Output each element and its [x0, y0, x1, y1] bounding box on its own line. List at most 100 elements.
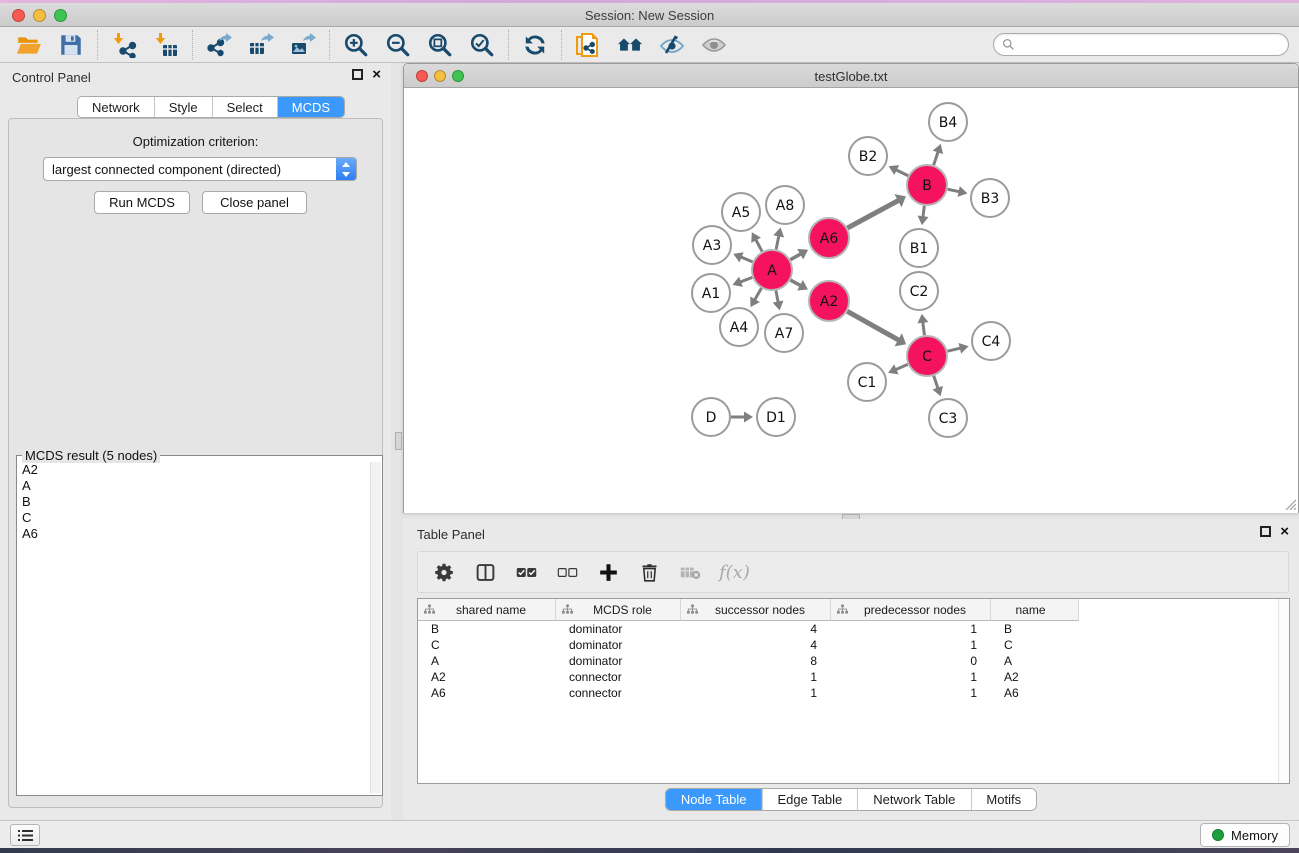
network-window-titlebar[interactable]: testGlobe.txt [404, 64, 1298, 88]
edge-A-A5[interactable] [751, 232, 762, 251]
search-field[interactable] [993, 33, 1289, 56]
edge-B-B1[interactable] [918, 206, 929, 225]
table-scrollbar[interactable] [1278, 599, 1289, 783]
graph-node-A2[interactable]: A2 [809, 281, 849, 321]
export-table-button[interactable] [240, 29, 282, 61]
search-input[interactable] [1020, 37, 1280, 52]
tab-network[interactable]: Network [78, 97, 154, 117]
graph-node-A1[interactable]: A1 [692, 274, 730, 312]
graph-node-C[interactable]: C [907, 336, 947, 376]
graph-node-A3[interactable]: A3 [693, 226, 731, 264]
column-header-name[interactable]: name [991, 599, 1079, 621]
graph-node-A8[interactable]: A8 [766, 186, 804, 224]
tab-edge-table[interactable]: Edge Table [761, 789, 857, 810]
graph-node-B2[interactable]: B2 [849, 137, 887, 175]
edge-A-A7[interactable] [773, 291, 784, 311]
edge-A2-C[interactable] [847, 311, 906, 346]
graph-node-D[interactable]: D [692, 398, 730, 436]
run-mcds-button[interactable]: Run MCDS [94, 191, 190, 214]
import-table-button[interactable] [145, 29, 187, 61]
graph-node-B4[interactable]: B4 [929, 103, 967, 141]
column-settings-button[interactable] [432, 560, 456, 584]
tab-mcds[interactable]: MCDS [277, 97, 344, 117]
graph-node-B1[interactable]: B1 [900, 229, 938, 267]
show-hide-panels-button[interactable] [609, 29, 651, 61]
close-table-panel-button[interactable]: × [1280, 526, 1289, 537]
tab-node-table[interactable]: Node Table [666, 789, 762, 810]
table-row[interactable]: A6connector11A6 [418, 685, 1289, 701]
new-network-from-selection-button[interactable] [567, 29, 609, 61]
edge-C-C3[interactable] [933, 376, 943, 396]
open-file-button[interactable] [8, 29, 50, 61]
edge-C-C2[interactable] [917, 314, 928, 335]
unselect-all-columns-button[interactable] [555, 560, 579, 584]
edge-B-B2[interactable] [889, 165, 909, 176]
tab-select[interactable]: Select [212, 97, 277, 117]
graph-node-B[interactable]: B [907, 165, 947, 205]
criterion-dropdown[interactable]: largest connected component (directed) [43, 157, 357, 181]
panel-splitter-vertical[interactable] [395, 432, 402, 450]
toolbar-separator [329, 30, 330, 60]
tab-style[interactable]: Style [154, 97, 212, 117]
edge-A-A6[interactable] [790, 249, 808, 260]
select-all-columns-button[interactable] [514, 560, 538, 584]
table-row[interactable]: Cdominator41C [418, 637, 1289, 653]
close-panel-button[interactable]: × [372, 69, 381, 80]
column-header-mcds-role[interactable]: MCDS role [556, 599, 681, 621]
network-canvas[interactable]: B4 B2 B B3 A8A5 A6 A3 B1 A C2 A1 A2 A4A7 C4 C C1 C3 D D1 [404, 88, 1298, 513]
mcds-result-scrollbar[interactable] [370, 462, 381, 793]
table-row[interactable]: Adominator80A [418, 653, 1289, 669]
zoom-in-button[interactable] [335, 29, 377, 61]
column-header-predecessor-nodes[interactable]: predecessor nodes [831, 599, 991, 621]
export-network-button[interactable] [198, 29, 240, 61]
edge-A-A8[interactable] [773, 228, 784, 250]
float-table-panel-button[interactable] [1260, 526, 1271, 537]
refresh-button[interactable] [514, 29, 556, 61]
import-network-button[interactable] [103, 29, 145, 61]
tab-network-table[interactable]: Network Table [857, 789, 970, 810]
add-column-button[interactable] [596, 560, 620, 584]
graph-node-A7[interactable]: A7 [765, 314, 803, 352]
zoom-fit-button[interactable] [419, 29, 461, 61]
resize-grip-icon[interactable] [1284, 498, 1296, 510]
show-hide-edges-button[interactable] [651, 29, 693, 61]
export-image-button[interactable] [282, 29, 324, 61]
close-panel-button-bottom[interactable]: Close panel [202, 191, 307, 214]
edge-C-C1[interactable] [888, 364, 908, 374]
graph-node-D1[interactable]: D1 [757, 398, 795, 436]
graph-node-A6[interactable]: A6 [809, 218, 849, 258]
app-title: Session: New Session [0, 8, 1299, 23]
memory-button[interactable]: Memory [1200, 823, 1290, 847]
tab-motifs[interactable]: Motifs [970, 789, 1036, 810]
graph-node-C4[interactable]: C4 [972, 322, 1010, 360]
plus-icon [598, 562, 619, 583]
graph-node-C3[interactable]: C3 [929, 399, 967, 437]
graph-node-C1[interactable]: C1 [848, 363, 886, 401]
mcds-result-list[interactable]: A2ABCA6 [18, 462, 368, 793]
edge-A-A4[interactable] [750, 288, 761, 307]
zoom-out-button[interactable] [377, 29, 419, 61]
column-header-shared-name[interactable]: shared name [418, 599, 556, 621]
column-browser-button[interactable] [473, 560, 497, 584]
task-history-button[interactable] [10, 824, 40, 846]
graph-node-C2[interactable]: C2 [900, 272, 938, 310]
graph-node-A4[interactable]: A4 [720, 308, 758, 346]
table-row[interactable]: Bdominator41B [418, 621, 1289, 637]
edge-C-C4[interactable] [947, 343, 968, 354]
float-panel-button[interactable] [352, 69, 363, 80]
graph-node-A[interactable]: A [752, 250, 792, 290]
edge-B-B3[interactable] [948, 186, 968, 197]
edge-A-A3[interactable] [733, 252, 752, 262]
graph-node-A5[interactable]: A5 [722, 193, 760, 231]
edge-A6-B[interactable] [847, 194, 905, 228]
column-header-successor-nodes[interactable]: successor nodes [681, 599, 831, 621]
edge-B-B4[interactable] [933, 144, 943, 165]
edge-D-D1[interactable] [731, 412, 753, 423]
delete-column-button[interactable] [637, 560, 661, 584]
table-row[interactable]: A2connector11A2 [418, 669, 1289, 685]
edge-A-A1[interactable] [733, 277, 753, 287]
graph-node-B3[interactable]: B3 [971, 179, 1009, 217]
edge-A-A2[interactable] [790, 280, 807, 291]
zoom-selected-button[interactable] [461, 29, 503, 61]
save-session-button[interactable] [50, 29, 92, 61]
